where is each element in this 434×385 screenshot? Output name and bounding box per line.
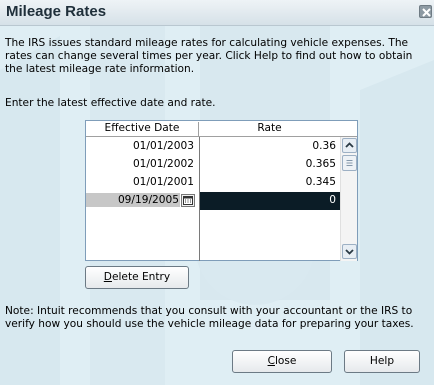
arrow-down-icon xyxy=(345,249,354,255)
rate-cell[interactable]: 0.365 xyxy=(200,158,336,170)
effective-date-cell[interactable]: 01/01/2001 xyxy=(86,176,194,188)
delete-entry-label: elete Entry xyxy=(111,271,171,283)
rate-cell[interactable]: 0.345 xyxy=(200,176,336,188)
table-header: Effective Date Rate xyxy=(86,121,357,137)
close-label: lose xyxy=(274,355,297,367)
close-icon xyxy=(422,8,431,17)
effective-date-cell[interactable]: 01/01/2003 xyxy=(86,140,194,152)
note-text: Note: Intuit recommends that you consult… xyxy=(5,305,414,330)
title-bar: Mileage Rates xyxy=(0,0,434,26)
instruction-text: Enter the latest effective date and rate… xyxy=(5,97,216,109)
scroll-thumb-grip-icon xyxy=(346,160,353,166)
arrow-up-icon xyxy=(345,142,354,148)
close-mnemonic: C xyxy=(267,355,275,367)
calendar-button[interactable] xyxy=(181,194,195,207)
delete-entry-button[interactable]: Delete Entry xyxy=(85,266,189,289)
table-row[interactable]: 01/01/2001 0.345 xyxy=(86,174,340,192)
table-vertical-scrollbar[interactable] xyxy=(340,137,357,261)
effective-date-input-value[interactable]: 09/19/2005 xyxy=(86,193,180,207)
window-title: Mileage Rates xyxy=(6,3,107,20)
table-row[interactable]: 01/01/2002 0.365 xyxy=(86,156,340,174)
calendar-icon xyxy=(183,196,193,205)
close-button[interactable]: Close xyxy=(232,350,332,373)
help-button[interactable]: Help xyxy=(344,350,420,373)
rate-cell[interactable]: 0.36 xyxy=(200,140,336,152)
effective-date-input[interactable]: 09/19/2005 xyxy=(86,192,198,210)
scroll-down-button[interactable] xyxy=(342,244,357,259)
scroll-up-button[interactable] xyxy=(342,138,357,153)
mileage-rate-table[interactable]: Effective Date Rate 01/01/2003 0.36 01/0… xyxy=(85,120,358,261)
close-window-button[interactable] xyxy=(419,5,432,18)
table-row-editing[interactable]: 09/19/2005 0 xyxy=(86,192,340,210)
mileage-rates-dialog: Mileage Rates The IRS issues standard mi… xyxy=(0,0,434,385)
rate-input[interactable]: 0 xyxy=(200,192,340,210)
table-row[interactable]: 01/01/2003 0.36 xyxy=(86,138,340,156)
scroll-thumb[interactable] xyxy=(342,155,357,171)
column-header-rate[interactable]: Rate xyxy=(199,122,340,134)
intro-text: The IRS issues standard mileage rates fo… xyxy=(5,37,413,75)
help-label: Help xyxy=(369,355,395,367)
column-header-effective-date[interactable]: Effective Date xyxy=(86,122,199,136)
delete-entry-mnemonic: D xyxy=(103,271,112,283)
effective-date-cell[interactable]: 01/01/2002 xyxy=(86,158,194,170)
